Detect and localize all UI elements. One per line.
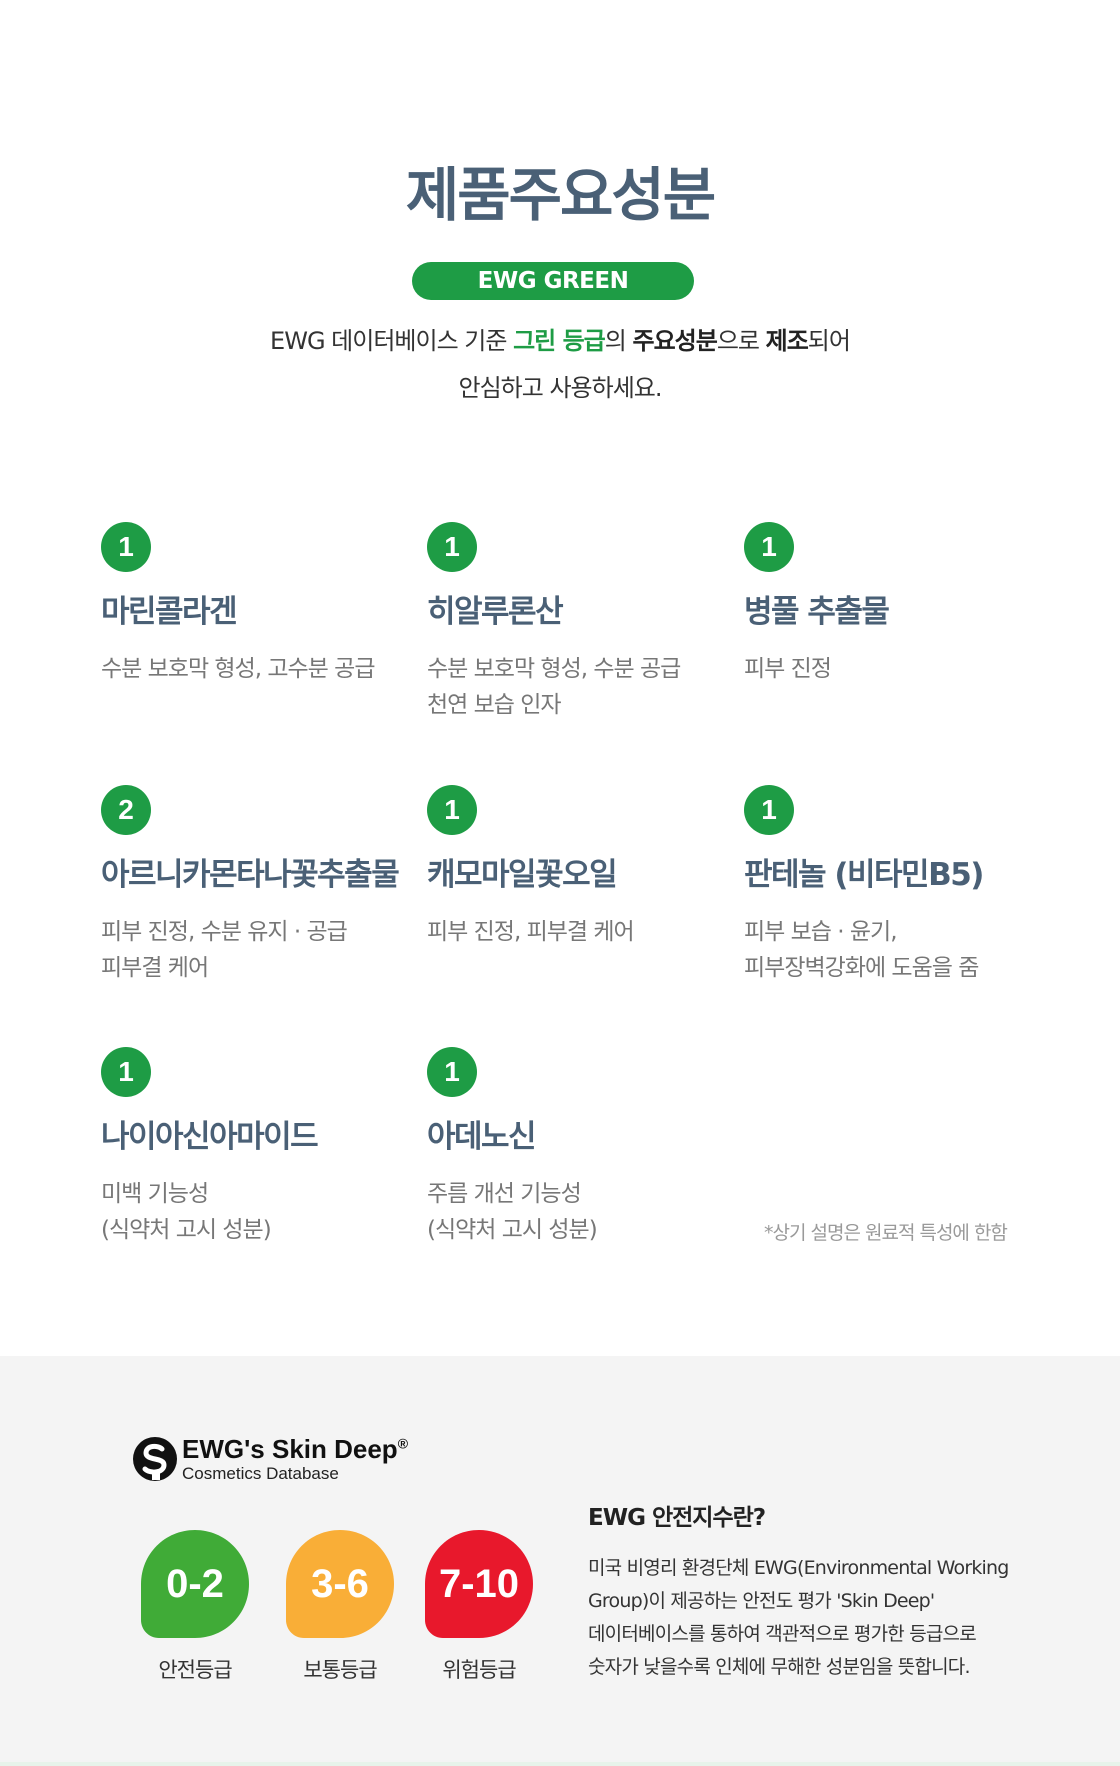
ingredient-name: 마린콜라겐 [101,594,238,630]
grade-label: 안전등급 [158,1658,232,1682]
grade-range: 0-2 [166,1562,224,1606]
ingredient-name: 병풀 추출물 [744,594,890,630]
ingredient-desc: 피부 보습 · 윤기, 피부장벽강화에 도움을 줌 [744,919,979,981]
page-title: 제품주요성분 [405,161,716,229]
ingredient-name: 판테놀 (비타민B5) [744,857,984,893]
logo-title: EWG's Skin Deep® [182,1434,409,1464]
ingredient-desc: 수분 보호막 형성, 고수분 공급 [101,656,375,682]
grade-moderate: 3-6 보통등급 [282,1528,398,1684]
intro-line-2: 안심하고 사용하세요. [458,374,663,402]
grade-label: 위험등급 [442,1658,516,1682]
ingredient-name: 캐모마일꽃오일 [427,857,618,893]
grade-badge: 1 [101,522,151,572]
grade-badge: 1 [427,785,477,835]
ingredient-item: 1 마린콜라겐 수분 보호막 형성, 고수분 공급 [101,522,401,687]
ewg-green-badge: EWG GREEN [412,262,694,300]
skin-deep-logo: EWG's Skin Deep® Cosmetics Database [132,1434,432,1486]
ingredient-item: 1 아데노신 주름 개선 기능성 (식약처 고시 성분) [427,1047,727,1248]
grade-badge: 1 [427,522,477,572]
logo-subtitle: Cosmetics Database [182,1464,339,1483]
safety-index-description: 미국 비영리 환경단체 EWG(Environmental Working Gr… [588,1557,1009,1678]
ingredient-desc: 피부 진정, 피부결 케어 [427,919,635,945]
bottom-divider [0,1762,1120,1766]
ewg-info-section: EWG's Skin Deep® Cosmetics Database 0-2 … [0,1356,1120,1766]
ingredient-item: 2 아르니카몬타나꽃추출물 피부 진정, 수분 유지 · 공급 피부결 케어 [101,785,401,986]
ingredient-name: 히알루론산 [427,594,564,630]
ingredient-desc: 수분 보호막 형성, 수분 공급 천연 보습 인자 [427,656,681,718]
ingredient-name: 아르니카몬타나꽃추출물 [101,857,400,893]
grade-range: 7-10 [438,1562,520,1606]
ingredient-item: 1 캐모마일꽃오일 피부 진정, 피부결 케어 [427,785,727,950]
footnote: *상기 설명은 원료적 특성에 한함 [764,1222,1008,1244]
intro-line-1: EWG 데이터베이스 기준 그린 등급의 주요성분으로 제조되어 [270,327,851,355]
grade-hazard: 7-10 위험등급 [421,1528,537,1684]
safety-index-title: EWG 안전지수란? [588,1505,766,1531]
ingredient-item: 1 판테놀 (비타민B5) 피부 보습 · 윤기, 피부장벽강화에 도움을 줌 [744,785,1044,986]
ingredient-desc: 주름 개선 기능성 (식약처 고시 성분) [427,1181,598,1243]
ingredient-desc: 피부 진정 [744,656,832,682]
ingredient-name: 나이아신아마이드 [101,1119,319,1155]
grade-safe: 0-2 안전등급 [137,1528,253,1684]
grade-badge: 1 [744,785,794,835]
grade-label: 보통등급 [303,1658,377,1682]
grade-range: 3-6 [311,1562,369,1606]
grade-badge: 1 [427,1047,477,1097]
ingredient-name: 아데노신 [427,1119,537,1155]
intro-text: EWG 데이터베이스 기준 그린 등급의 주요성분으로 제조되어 안심하고 사용… [0,318,1120,412]
grade-badge: 2 [101,785,151,835]
ingredient-desc: 피부 진정, 수분 유지 · 공급 피부결 케어 [101,919,348,981]
ingredient-item: 1 나이아신아마이드 미백 기능성 (식약처 고시 성분) [101,1047,401,1248]
green-grade-highlight: 그린 등급 [513,327,606,355]
grade-badge: 1 [101,1047,151,1097]
skin-deep-logo-icon [133,1437,177,1481]
ingredient-desc: 미백 기능성 (식약처 고시 성분) [101,1181,272,1243]
ingredient-item: 1 병풀 추출물 피부 진정 [744,522,1044,687]
grade-badge: 1 [744,522,794,572]
ingredient-item: 1 히알루론산 수분 보호막 형성, 수분 공급 천연 보습 인자 [427,522,727,723]
